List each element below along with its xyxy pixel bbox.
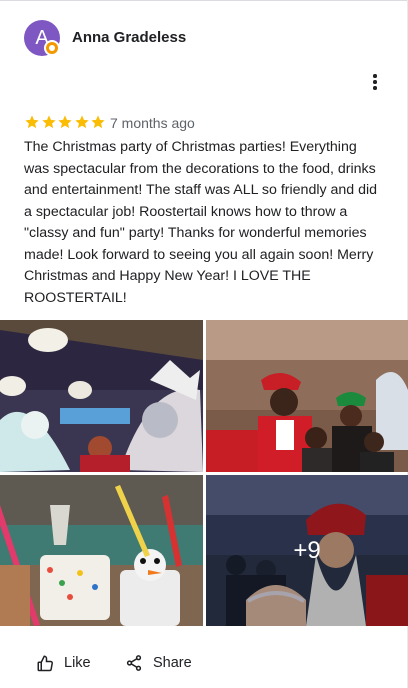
share-label: Share — [153, 655, 192, 671]
star-icon — [58, 115, 72, 129]
more-photos-count: +9 — [206, 475, 408, 626]
share-button[interactable]: Share — [125, 654, 192, 672]
star-icon — [74, 115, 89, 129]
thumb-up-icon — [37, 655, 53, 672]
review-photo[interactable] — [0, 475, 203, 626]
more-options-button[interactable] — [366, 72, 384, 92]
top-divider — [0, 0, 408, 1]
more-vert-icon — [373, 74, 377, 78]
local-guide-badge-icon — [44, 40, 60, 56]
review-photo[interactable] — [0, 320, 203, 472]
share-icon — [126, 655, 142, 671]
review-age: 7 months ago — [110, 115, 195, 131]
more-photos-tile[interactable]: +9 — [206, 475, 408, 626]
photo-grid: +9 — [0, 320, 408, 626]
author-name[interactable]: Anna Gradeless — [72, 29, 186, 46]
star-icon — [41, 115, 56, 129]
star-rating — [24, 114, 107, 130]
review-photo[interactable] — [206, 320, 408, 472]
review-text: The Christmas party of Christmas parties… — [24, 139, 378, 306]
star-icon — [25, 115, 39, 129]
like-label: Like — [64, 655, 91, 671]
like-button[interactable]: Like — [36, 654, 91, 672]
star-icon — [91, 115, 105, 129]
